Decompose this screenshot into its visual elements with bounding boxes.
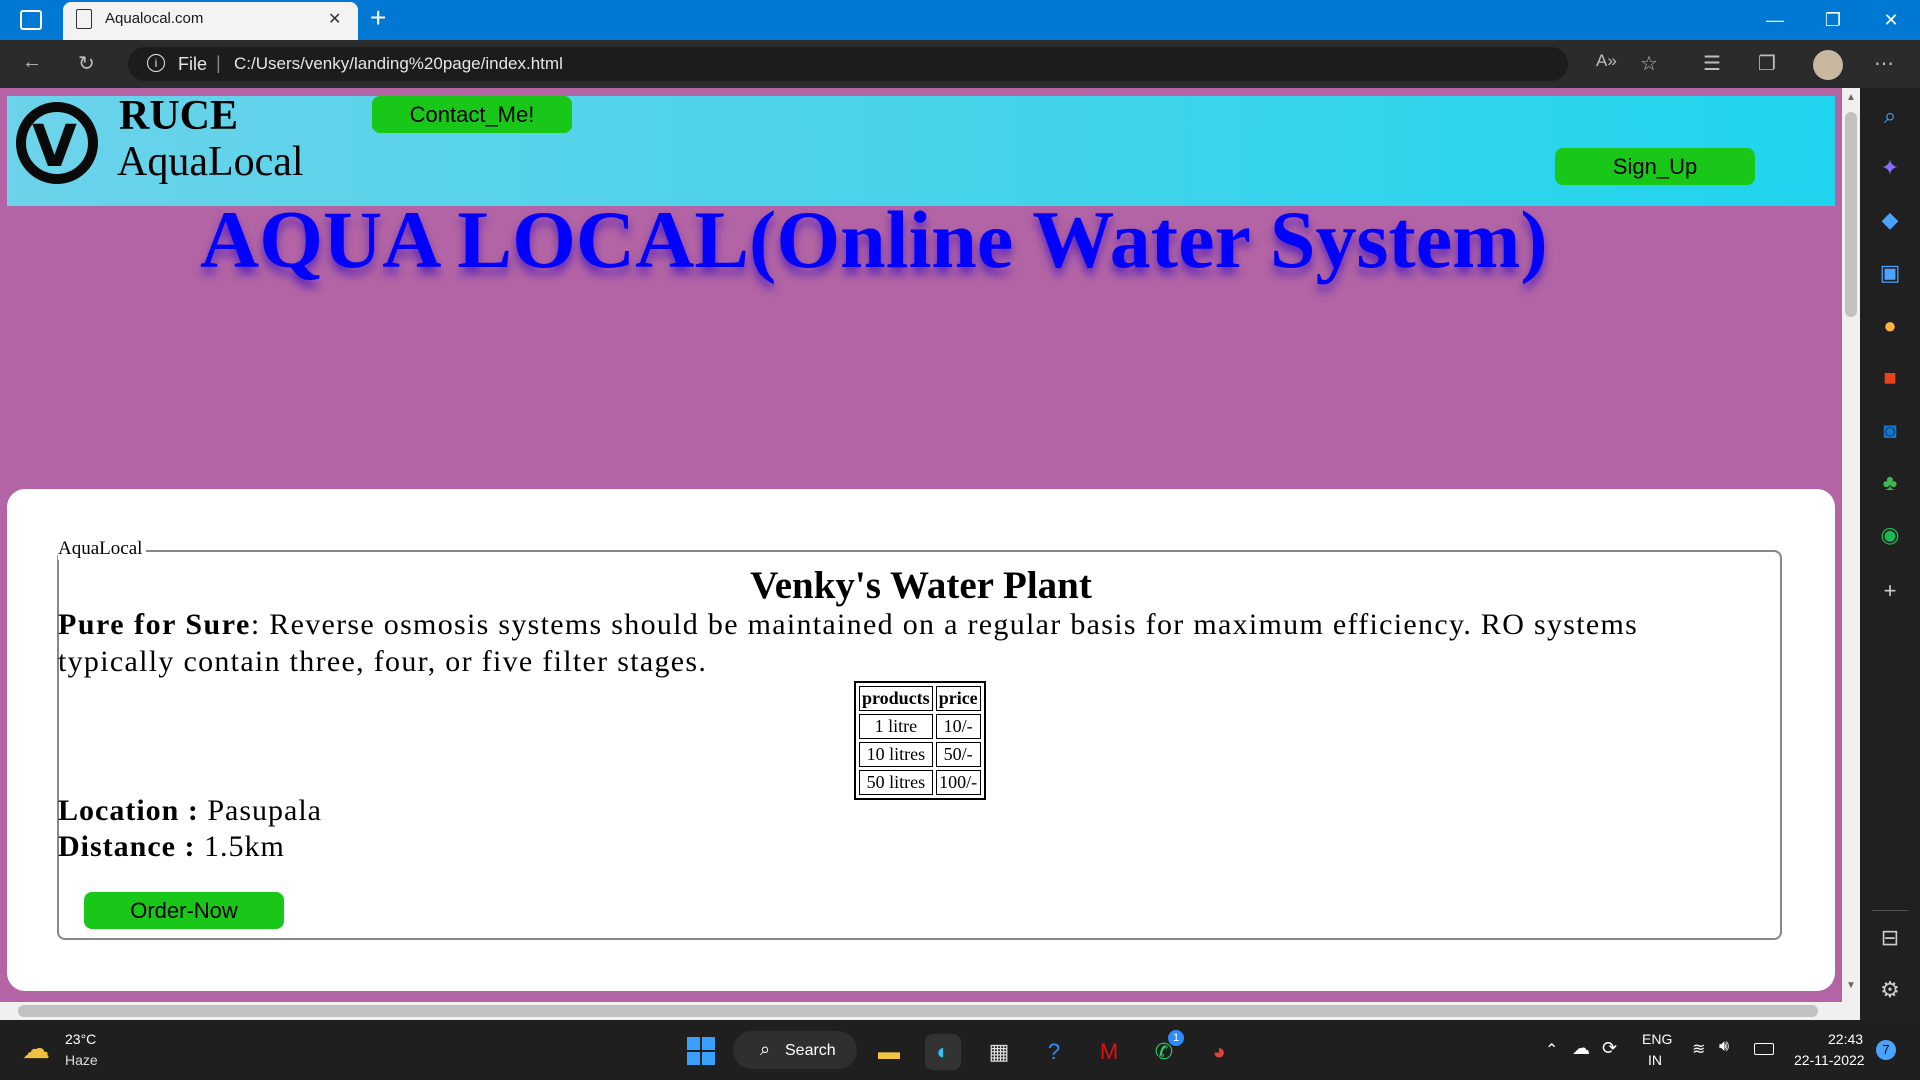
add-icon[interactable]: + xyxy=(1875,578,1905,604)
location-label: Location : xyxy=(58,794,208,827)
location-line: Location : Pasupala xyxy=(58,794,322,828)
start-tile xyxy=(687,1037,700,1050)
start-tile xyxy=(702,1052,715,1065)
brand-line1: RUCE xyxy=(119,93,239,139)
tray-overflow-icon[interactable]: ⌃ xyxy=(1545,1040,1558,1060)
tools-icon[interactable]: ▣ xyxy=(1875,260,1905,286)
table-cell: 100/- xyxy=(935,770,981,795)
profile-avatar[interactable] xyxy=(1813,50,1843,80)
add-favorite-icon[interactable]: ☆ xyxy=(1640,51,1658,76)
tab-title: Aqualocal.com xyxy=(105,10,204,27)
back-icon[interactable]: ← xyxy=(22,51,42,74)
table-row: 50 litres 100/- xyxy=(859,770,981,795)
onedrive-icon[interactable]: ☁ xyxy=(1572,1038,1590,1059)
description-bold: Pure for Sure xyxy=(58,608,251,641)
logo-letter: V xyxy=(32,112,77,180)
close-window-button[interactable]: ✕ xyxy=(1868,0,1914,40)
distance-label: Distance : xyxy=(58,830,204,863)
url-text[interactable]: C:/Users/venky/landing%20page/index.html xyxy=(234,54,563,74)
outlook-icon[interactable]: ◙ xyxy=(1875,418,1905,444)
language-line2[interactable]: IN xyxy=(1648,1052,1662,1068)
distance-line: Distance : 1.5km xyxy=(58,830,285,864)
scroll-down-icon[interactable]: ▼ xyxy=(1846,980,1856,991)
table-cell: 50 litres xyxy=(859,770,933,795)
horizontal-scroll-thumb[interactable] xyxy=(18,1005,1818,1017)
table-cell: 10/- xyxy=(935,714,981,739)
table-header: price xyxy=(935,686,981,711)
refresh-icon[interactable]: ↻ xyxy=(78,51,95,76)
start-icon[interactable] xyxy=(687,1037,715,1065)
url-divider: | xyxy=(216,53,221,73)
contact-button[interactable]: Contact_Me! xyxy=(372,96,572,133)
spotify-icon[interactable]: ◉ xyxy=(1875,522,1905,548)
search-icon[interactable]: ⌕ xyxy=(1875,103,1905,129)
collections-icon[interactable]: ❐ xyxy=(1758,51,1776,76)
office-icon[interactable]: ■ xyxy=(1875,365,1905,391)
mcafee-icon[interactable]: M xyxy=(1091,1034,1127,1070)
start-tile xyxy=(687,1052,700,1065)
description-text: : Reverse osmosis systems should be main… xyxy=(58,608,1639,678)
clock-date[interactable]: 22-11-2022 xyxy=(1794,1052,1865,1068)
clock-time[interactable]: 22:43 xyxy=(1828,1031,1863,1047)
new-tab-button[interactable]: + xyxy=(370,2,386,34)
chrome-icon[interactable]: ◕ xyxy=(1201,1034,1237,1070)
tab-close-icon[interactable]: ✕ xyxy=(328,9,341,29)
help-icon[interactable]: ? xyxy=(1036,1034,1072,1070)
store-icon[interactable]: ▦ xyxy=(981,1034,1017,1070)
scroll-up-icon[interactable]: ▲ xyxy=(1846,92,1856,103)
more-options-icon[interactable]: ⋯ xyxy=(1874,51,1894,76)
weather-icon[interactable]: ☁ xyxy=(22,1032,50,1065)
edge-icon[interactable]: ◐ xyxy=(925,1034,961,1070)
page-icon xyxy=(76,9,92,29)
vertical-scroll-thumb[interactable] xyxy=(1845,112,1857,317)
plant-description: Pure for Sure: Reverse osmosis systems s… xyxy=(58,606,1758,680)
info-icon[interactable]: i xyxy=(147,54,165,72)
whatsapp-badge: 1 xyxy=(1168,1030,1184,1046)
read-aloud-icon[interactable]: A» xyxy=(1596,51,1617,71)
favorites-icon[interactable]: ☰ xyxy=(1703,51,1721,76)
restore-button[interactable]: ❐ xyxy=(1810,0,1856,40)
sync-icon[interactable]: ⟳ xyxy=(1602,1038,1617,1059)
volume-icon[interactable]: 🔊︎ xyxy=(1719,1038,1729,1056)
shopping-icon[interactable]: ◆ xyxy=(1875,207,1905,233)
sidebar-divider xyxy=(1872,910,1908,911)
page-headline: AQUA LOCAL(Online Water System) xyxy=(200,194,1548,285)
plant-title: Venky's Water Plant xyxy=(750,564,1092,607)
url-scheme-label: File xyxy=(178,54,208,74)
tree-icon[interactable]: ♣ xyxy=(1875,470,1905,496)
brand-line2: AquaLocal xyxy=(117,139,304,185)
table-cell: 1 litre xyxy=(859,714,933,739)
table-header-row: products price xyxy=(859,686,981,711)
notification-badge[interactable]: 7 xyxy=(1876,1040,1896,1060)
taskbar-search-icon: ⌕ xyxy=(760,1039,771,1059)
distance-value: 1.5km xyxy=(203,830,285,863)
hide-sidebar-icon[interactable]: ⊟ xyxy=(1875,925,1905,951)
start-tile xyxy=(702,1037,715,1050)
wifi-icon[interactable]: ≋ xyxy=(1692,1039,1705,1059)
minimize-button[interactable]: — xyxy=(1752,0,1798,40)
tab-actions-icon[interactable] xyxy=(20,10,42,30)
games-icon[interactable]: ● xyxy=(1875,313,1905,339)
price-table: products price 1 litre 10/- 10 litres 50… xyxy=(854,681,986,800)
taskbar-search-label: Search xyxy=(785,1042,836,1059)
weather-description: Haze xyxy=(65,1052,98,1068)
battery-icon[interactable] xyxy=(1754,1043,1774,1055)
table-cell: 50/- xyxy=(935,742,981,767)
language-line1[interactable]: ENG xyxy=(1642,1031,1672,1047)
fieldset-legend: AquaLocal xyxy=(58,538,147,560)
settings-icon[interactable]: ⚙ xyxy=(1875,977,1905,1003)
weather-temperature: 23°C xyxy=(65,1031,97,1047)
table-header: products xyxy=(859,686,933,711)
file-explorer-icon[interactable]: ▬ xyxy=(871,1034,907,1070)
table-cell: 10 litres xyxy=(859,742,933,767)
table-row: 10 litres 50/- xyxy=(859,742,981,767)
table-row: 1 litre 10/- xyxy=(859,714,981,739)
order-now-button[interactable]: Order-Now xyxy=(84,892,284,929)
signup-button[interactable]: Sign_Up xyxy=(1555,148,1755,185)
copilot-icon[interactable]: ✦ xyxy=(1875,155,1905,181)
location-value: Pasupala xyxy=(207,794,322,827)
